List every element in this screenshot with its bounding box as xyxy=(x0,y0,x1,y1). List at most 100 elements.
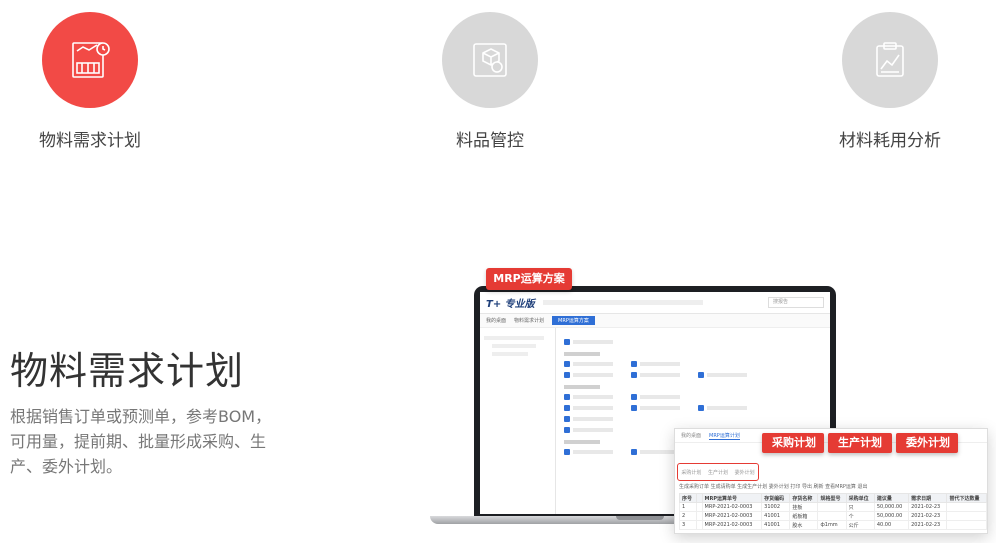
form-item xyxy=(564,372,613,378)
form-row xyxy=(564,394,822,400)
plan-subtabs: 采购计划 生产计划 委外计划 xyxy=(677,463,759,481)
table-header: 采购单位 xyxy=(845,493,875,503)
form-item xyxy=(564,339,613,345)
feature-circle xyxy=(42,12,138,108)
form-item xyxy=(564,394,613,400)
table-cell: ф1mm xyxy=(817,520,847,530)
table-header: 存货编码 xyxy=(761,493,791,503)
table-cell xyxy=(946,502,987,512)
feature-tab-material-analysis[interactable]: 材料耗用分析 xyxy=(810,12,970,151)
app-tab: 我的桌面 xyxy=(486,318,507,324)
form-line xyxy=(573,406,613,410)
table-header: 存货名称 xyxy=(789,493,819,503)
checkbox-icon xyxy=(564,449,570,455)
form-item xyxy=(631,361,680,367)
mrp-table: 序号 MRP运算单号 存货编码 存货名称 规格型号 采购单位 建议量 需求日期 … xyxy=(679,493,987,530)
table-cell: 只 xyxy=(845,502,875,512)
feature-label: 物料需求计划 xyxy=(39,131,141,151)
app-tab-active: MRP运算方案 xyxy=(552,316,595,325)
form-line xyxy=(640,373,680,377)
form-item xyxy=(631,405,680,411)
tree-line xyxy=(484,336,544,340)
form-section xyxy=(564,440,600,444)
table-cell: 公斤 xyxy=(845,520,875,530)
table-cell: 2021-02-23 xyxy=(908,520,948,530)
outsource-plan-button[interactable]: 委外计划 xyxy=(896,433,958,453)
table-header: 序号 xyxy=(679,493,697,503)
checkbox-icon xyxy=(698,405,704,411)
laptop-notch xyxy=(616,516,664,520)
table-cell xyxy=(946,511,987,521)
checkbox-icon xyxy=(631,405,637,411)
form-section xyxy=(564,352,600,356)
form-item xyxy=(564,405,613,411)
form-line xyxy=(640,406,680,410)
form-item xyxy=(564,361,613,367)
mrp-banner: MRP运算方案 xyxy=(486,268,572,290)
table-cell: 31002 xyxy=(761,502,791,512)
table-header: 建议量 xyxy=(873,493,910,503)
table-header: 替代下达数量 xyxy=(946,493,987,503)
table-header-row: 序号 MRP运算单号 存货编码 存货名称 规格型号 采购单位 建议量 需求日期 … xyxy=(679,493,987,503)
checkbox-icon xyxy=(564,416,570,422)
table-header: 规格型号 xyxy=(817,493,847,503)
table-cell xyxy=(817,511,847,521)
plan-buttons: 采购计划 生产计划 委外计划 xyxy=(762,433,958,453)
feature-tab-item-control[interactable]: 料品管控 xyxy=(410,12,570,151)
form-line xyxy=(573,417,613,421)
table-cell: 50,000.00 xyxy=(873,502,910,512)
table-row: 1 MRP-2021-02-0003 31002 挂板 只 50,000.00 … xyxy=(679,502,987,512)
popup-toolbar: 生成采购订单 生成请购单 生成生产计划 委外计划 打印 导出 刷新 查看MRP运… xyxy=(679,484,868,490)
tree-line xyxy=(492,344,536,348)
checkbox-icon xyxy=(564,339,570,345)
form-item xyxy=(631,449,680,455)
form-line xyxy=(573,395,613,399)
table-cell: MRP-2021-02-0003 xyxy=(701,502,763,512)
purchase-plan-button[interactable]: 采购计划 xyxy=(762,433,824,453)
table-cell: 2021-02-23 xyxy=(908,511,948,521)
form-line xyxy=(640,395,680,399)
section-title: 物料需求计划 xyxy=(10,349,245,393)
table-cell: MRP-2021-02-0003 xyxy=(701,511,763,521)
tree-line xyxy=(492,352,528,356)
checkbox-icon xyxy=(631,372,637,378)
subtab: 采购计划 xyxy=(681,469,702,476)
table-cell: 个 xyxy=(845,511,875,521)
checkbox-icon xyxy=(564,405,570,411)
form-section xyxy=(564,385,600,389)
app-tab: 物料需求计划 xyxy=(514,318,545,324)
table-cell: 纸板箱 xyxy=(789,511,819,521)
table-cell: 3 xyxy=(679,520,697,530)
form-row xyxy=(564,372,822,378)
table-row: 2 MRP-2021-02-0003 41001 纸板箱 个 50,000.00… xyxy=(679,511,987,521)
form-line xyxy=(573,373,613,377)
form-row xyxy=(564,405,822,411)
app-search: 搜报告 xyxy=(768,297,824,308)
table-cell: 2 xyxy=(679,511,697,521)
table-cell: 胶水 xyxy=(789,520,819,530)
form-line xyxy=(707,373,747,377)
document-chart-icon xyxy=(72,42,110,78)
checkbox-icon xyxy=(698,372,704,378)
table-row: 3 MRP-2021-02-0003 41001 胶水 ф1mm 公斤 40.0… xyxy=(679,520,987,530)
feature-label: 材料耗用分析 xyxy=(839,131,941,151)
app-header-bar xyxy=(542,300,703,305)
checkbox-icon xyxy=(564,372,570,378)
table-cell: 挂板 xyxy=(789,502,819,512)
popup-tab: 我的桌面 xyxy=(681,433,702,439)
checkbox-icon xyxy=(564,394,570,400)
app-logo: T+ 专业版 xyxy=(486,299,535,310)
feature-tab-mrp[interactable]: 物料需求计划 xyxy=(10,12,170,151)
box-settings-icon xyxy=(473,43,507,77)
form-line xyxy=(573,450,613,454)
app-tabs: 我的桌面 物料需求计划 MRP运算方案 xyxy=(480,314,830,328)
production-plan-button[interactable]: 生产计划 xyxy=(828,433,892,453)
subtab: 委外计划 xyxy=(734,469,755,476)
checkbox-icon xyxy=(564,427,570,433)
table-cell: 41001 xyxy=(761,511,791,521)
form-line xyxy=(707,406,747,410)
table-cell: 1 xyxy=(679,502,697,512)
table-cell: 41001 xyxy=(761,520,791,530)
app-header: T+ 专业版 搜报告 xyxy=(480,292,830,314)
table-cell xyxy=(946,520,987,530)
